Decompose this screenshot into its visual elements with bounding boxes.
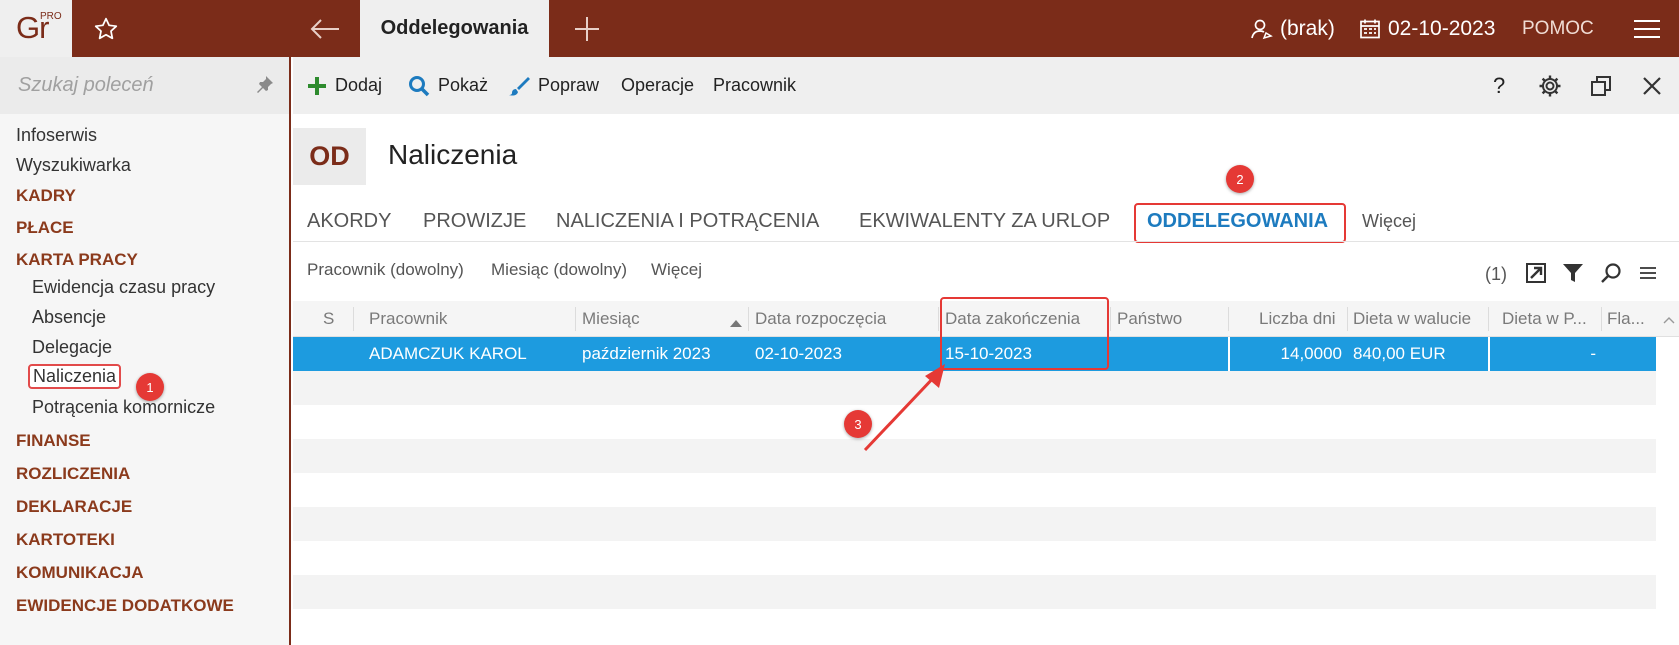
cell-start-date: 02-10-2023 (755, 344, 842, 363)
sidebar-item-rozliczenia[interactable]: ROZLICZENIA (16, 464, 130, 484)
cell-diet-pln: - (1590, 344, 1596, 363)
employee-button[interactable]: Pracownik (713, 57, 796, 114)
sidebar-item-komunikacja[interactable]: KOMUNIKACJA (16, 563, 144, 583)
magnifier-icon (409, 75, 430, 96)
cell-days: 14,0000 (1280, 344, 1342, 363)
pin-icon[interactable] (256, 75, 274, 98)
search-input[interactable] (16, 69, 256, 101)
add-label: Dodaj (335, 75, 383, 95)
filter-employee[interactable]: Pracownik (dowolny) (307, 260, 464, 280)
column-header-days[interactable]: Liczba dni (1259, 301, 1336, 337)
show-button[interactable]: Pokaż (408, 57, 488, 114)
sidebar-item-ewidencja-czasu-pracy[interactable]: Ewidencja czasu pracy (32, 277, 215, 298)
add-button[interactable]: Dodaj (307, 57, 382, 114)
column-header-flag[interactable]: Fla... (1607, 301, 1645, 337)
cell-month: październik 2023 (582, 344, 711, 363)
column-header-country[interactable]: Państwo (1117, 301, 1182, 337)
hamburger-menu-icon[interactable] (1630, 0, 1664, 57)
scroll-up-icon[interactable] (1663, 311, 1675, 329)
sidebar-item-delegacje[interactable]: Delegacje (32, 337, 112, 358)
back-arrow-icon[interactable] (303, 0, 347, 57)
cell-employee: ADAMCZUK KAROL (369, 344, 527, 363)
sidebar-item-infoserwis[interactable]: Infoserwis (16, 125, 97, 146)
star-icon[interactable] (86, 0, 126, 57)
tab-naliczenia-i-potracenia[interactable]: NALICZENIA I POTRĄCENIA (556, 210, 819, 233)
tabs-divider (293, 241, 1679, 242)
sidebar-item-place[interactable]: PŁACE (16, 218, 74, 238)
end-date-highlight-box (940, 297, 1109, 370)
sidebar-item-absencje[interactable]: Absencje (32, 307, 106, 328)
column-header-diet-pln[interactable]: Dieta w P... (1502, 301, 1587, 337)
tab-more[interactable]: Więcej (1362, 211, 1416, 232)
user-icon[interactable] (1248, 0, 1276, 57)
annotation-badge-3: 3 (844, 410, 872, 438)
filter-month[interactable]: Miesiąc (dowolny) (491, 260, 627, 280)
new-tab-plus-icon[interactable] (570, 0, 604, 57)
empty-row (293, 371, 1656, 405)
sidebar-item-potracenia-komornicze[interactable]: Potrącenia komornicze (32, 397, 215, 418)
column-header-diet-currency[interactable]: Dieta w walucie (1353, 301, 1471, 337)
column-header-start-date[interactable]: Data rozpoczęcia (755, 301, 886, 337)
sort-ascending-icon (730, 314, 742, 332)
help-menu[interactable]: POMOC (1522, 0, 1594, 57)
toolbar: Dodaj Pokaż Popraw Operacje Pracownik ? (293, 57, 1679, 114)
column-header-employee[interactable]: Pracownik (369, 301, 447, 337)
restore-window-icon[interactable] (1590, 57, 1620, 114)
annotation-badge-2: 2 (1226, 165, 1254, 193)
close-icon[interactable] (1642, 57, 1670, 114)
edit-label: Popraw (538, 75, 600, 95)
annotation-badge-1: 1 (136, 373, 164, 401)
logo-sup: PRO (40, 11, 62, 22)
top-bar: Gr PRO Oddelegowania (brak) 02-10-2023 P… (0, 0, 1679, 57)
empty-row (293, 575, 1656, 609)
sidebar-item-karta-pracy[interactable]: KARTA PRACY (16, 250, 138, 270)
column-header-month[interactable]: Miesiąc (582, 301, 640, 337)
export-icon[interactable] (1525, 262, 1547, 289)
filter-more[interactable]: Więcej (651, 260, 702, 280)
cell-diet-currency: 840,00 EUR (1353, 344, 1446, 363)
calendar-icon[interactable] (1358, 0, 1382, 57)
search-icon[interactable] (1600, 262, 1622, 289)
show-label: Pokaż (438, 75, 489, 95)
sidebar-item-wyszukiwarka[interactable]: Wyszukiwarka (16, 155, 131, 176)
annotation-arrow-icon (863, 364, 945, 452)
settings-gear-icon[interactable] (1538, 57, 1570, 114)
record-count: (1) (1485, 264, 1507, 284)
sidebar-item-finanse[interactable]: FINANSE (16, 431, 91, 451)
sidebar-item-ewidencje-dodatkowe[interactable]: EWIDENCJE DODATKOWE (16, 596, 234, 616)
operations-button[interactable]: Operacje (621, 57, 694, 114)
brush-icon (509, 76, 530, 96)
tab-oddelegowania[interactable]: ODDELEGOWANIA (1147, 210, 1328, 233)
app-logo[interactable]: Gr PRO (0, 0, 72, 57)
command-search (0, 57, 289, 114)
working-date[interactable]: 02-10-2023 (1388, 0, 1495, 57)
plus-icon (308, 76, 326, 95)
empty-row (293, 507, 1656, 541)
help-button[interactable]: ? (1493, 57, 1505, 114)
sidebar: Infoserwis Wyszukiwarka KADRY PŁACE KART… (0, 57, 291, 645)
column-header-s[interactable]: S (323, 301, 334, 337)
user-label[interactable]: (brak) (1280, 0, 1335, 57)
sidebar-item-deklaracje[interactable]: DEKLARACJE (16, 497, 132, 517)
filter-funnel-icon[interactable] (1562, 262, 1584, 289)
tab-ekwiwalenty-za-urlop[interactable]: EKWIWALENTY ZA URLOP (859, 210, 1110, 233)
tab-akordy[interactable]: AKORDY (307, 210, 391, 233)
sidebar-item-kadry[interactable]: KADRY (16, 186, 76, 206)
tab-prowizje[interactable]: PROWIZJE (423, 210, 526, 233)
column-menu-icon[interactable] (1639, 262, 1657, 289)
empty-row (293, 439, 1656, 473)
tab-oddelegowania-window[interactable]: Oddelegowania (360, 0, 549, 57)
page-title: Naliczenia (388, 139, 518, 170)
sidebar-item-kartoteki[interactable]: KARTOTEKI (16, 530, 115, 550)
sidebar-item-naliczenia[interactable]: Naliczenia (28, 364, 122, 389)
edit-button[interactable]: Popraw (508, 57, 599, 114)
module-code: OD (293, 128, 366, 185)
